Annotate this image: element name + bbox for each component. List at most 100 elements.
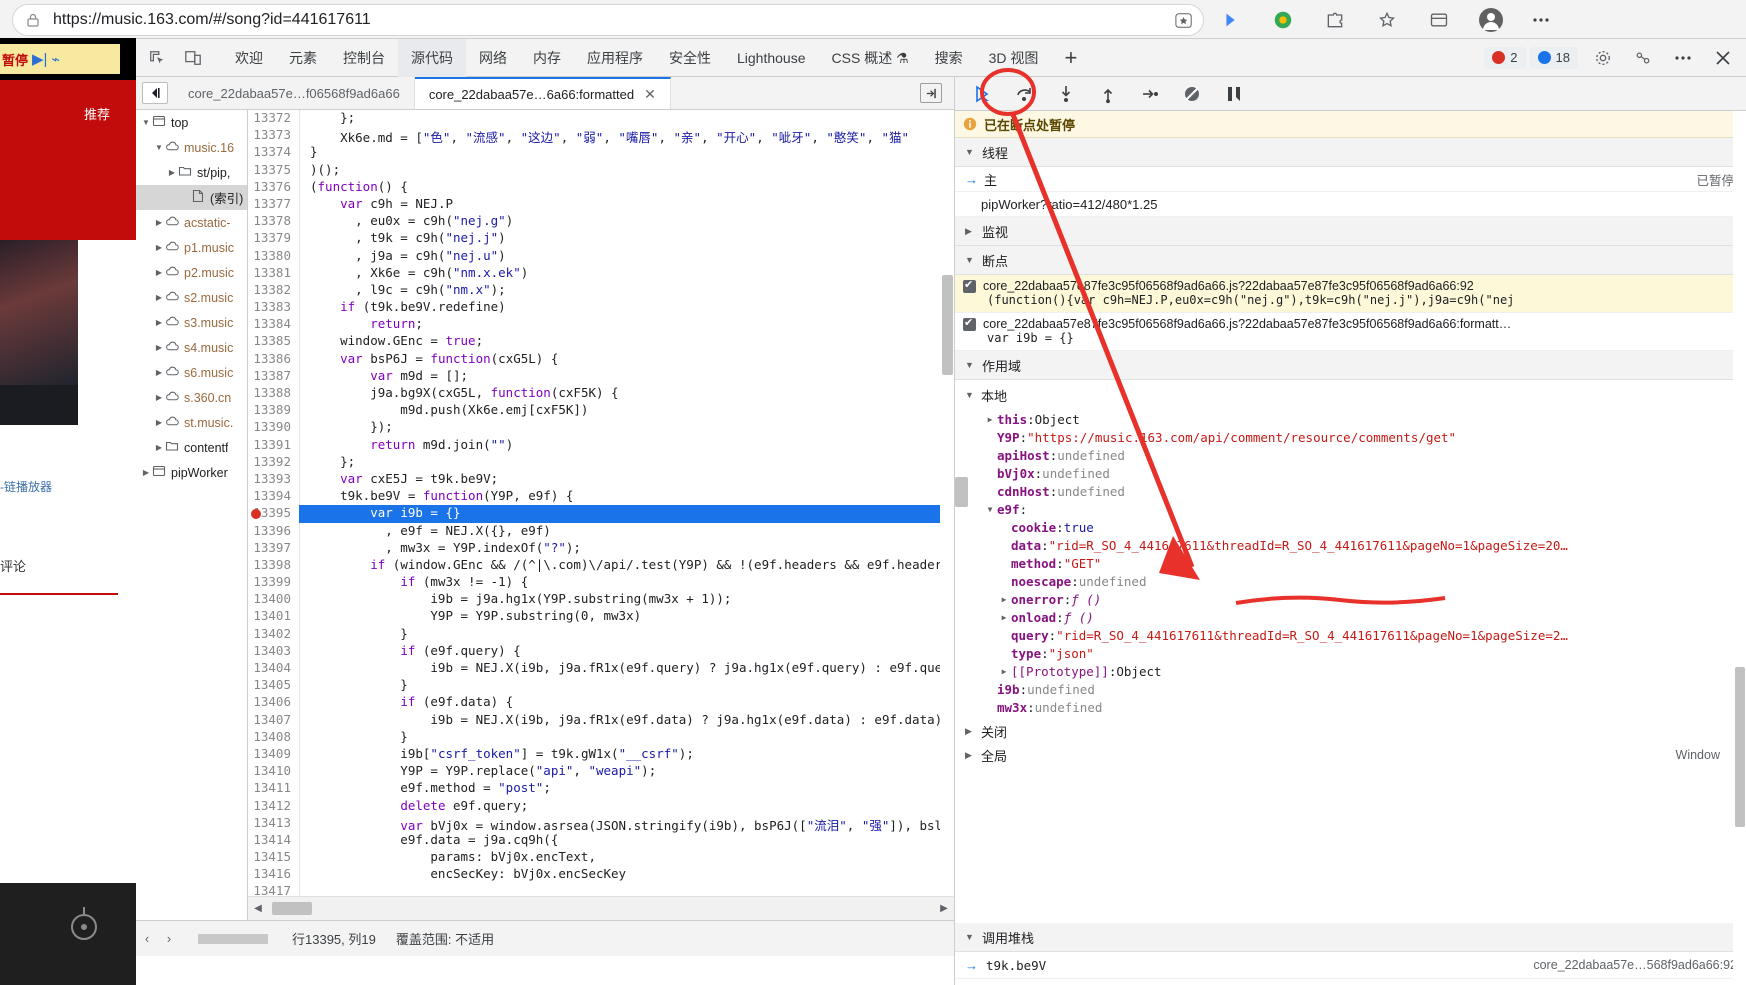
line-number[interactable]: 13404 (248, 660, 300, 678)
code-line[interactable]: 13398 if (window.GEnc && /(^|\.com)\/api… (248, 556, 954, 575)
scope-variable[interactable]: type: "json" (965, 645, 1746, 663)
scope-variable[interactable]: ▶ [[Prototype]]: Object (965, 663, 1746, 681)
callstack-row[interactable]: (匿名) core_22dabaa57e…568f9ad6a66:68 (955, 979, 1746, 985)
code-line[interactable]: 13379 , t9k = c9h("nej.j") (248, 230, 954, 248)
puzzle-icon[interactable] (1320, 6, 1350, 34)
code-line-current[interactable]: 13395 var i9b = {} (248, 505, 954, 523)
tree-item[interactable]: ▼ music.16 (136, 135, 247, 160)
line-number[interactable]: 13388 (248, 385, 300, 403)
code-text[interactable]: }; (300, 454, 954, 471)
tree-item[interactable]: ▶ st/pip, (136, 160, 247, 185)
code-text[interactable]: , t9k = c9h("nej.j") (300, 230, 954, 247)
chevron-right-icon[interactable]: ▶ (153, 318, 165, 327)
code-text[interactable]: if (window.GEnc && /(^|\.com)\/api/.test… (300, 557, 954, 574)
section-scope[interactable]: ▼ 作用域 (955, 351, 1746, 380)
code-line[interactable]: 13375)(); (248, 161, 954, 179)
code-line[interactable]: 13385 window.GEnc = true; (248, 333, 954, 351)
code-text[interactable]: } (300, 626, 954, 643)
line-number[interactable]: 13391 (248, 436, 300, 454)
line-number[interactable]: 13405 (248, 677, 300, 695)
tab-elements[interactable]: 元素 (276, 39, 330, 77)
line-number[interactable]: 13383 (248, 299, 300, 317)
code-line[interactable]: 13394 t9k.be9V = function(Y9P, e9f) { (248, 488, 954, 506)
code-text[interactable]: , l9c = c9h("nm.x"); (300, 282, 954, 299)
line-number[interactable]: 13386 (248, 350, 300, 368)
scope-variable[interactable]: data: "rid=R_SO_4_441617611&threadId=R_S… (965, 537, 1746, 555)
code-line[interactable]: 13417 (248, 883, 954, 896)
code-line[interactable]: 13384 return; (248, 316, 954, 334)
line-number[interactable]: 13416 (248, 866, 300, 884)
chevron-right-icon[interactable]: ▶ (140, 468, 152, 477)
code-text[interactable]: return m9d.join("") (300, 437, 954, 454)
tab-search[interactable]: 搜索 (922, 39, 976, 77)
code-line[interactable]: 13388 j9a.bg9X(cxG5L, function(cxF5K) { (248, 385, 954, 403)
code-text[interactable]: , j9a = c9h("nej.u") (300, 248, 954, 265)
code-line[interactable]: 13412 delete e9f.query; (248, 797, 954, 815)
code-line[interactable]: 13389 m9d.push(Xk6e.emj[cxF5K]) (248, 402, 954, 420)
chevron-down-icon[interactable]: ▼ (140, 118, 152, 127)
chevron-right-icon[interactable]: ▶ (153, 218, 165, 227)
source-editor[interactable]: 13372 }; 13373 Xk6e.md = ["色", "流感", "这边"… (248, 110, 954, 920)
tree-item[interactable]: ▼ top (136, 110, 247, 135)
scope-variable[interactable]: bVj0x: undefined (965, 465, 1746, 483)
scope-variable[interactable]: ▼ e9f: (965, 501, 1746, 519)
chevron-right-icon[interactable]: ▶ (153, 368, 165, 377)
code-line[interactable]: 13374} (248, 144, 954, 162)
chevron-right-icon[interactable]: ▶ (153, 393, 165, 402)
line-number[interactable]: 13401 (248, 608, 300, 626)
chevron-left-icon[interactable]: ‹ (136, 931, 158, 946)
scope-closure-header[interactable]: ▶ 关闭 (965, 719, 1746, 743)
line-number[interactable]: 13411 (248, 780, 300, 798)
code-line[interactable]: 13392 }; (248, 453, 954, 471)
tree-item[interactable]: ▶ s.360.cn (136, 385, 247, 410)
code-line[interactable]: 13378 , eu0x = c9h("nej.g") (248, 213, 954, 231)
tab-css-overview[interactable]: CSS 概述 ⚗ (819, 39, 922, 77)
line-number[interactable]: 13406 (248, 694, 300, 712)
section-watch[interactable]: ▶ 监视 (955, 217, 1746, 246)
debugger-vertical-scrollbar[interactable] (1733, 111, 1746, 985)
code-line[interactable]: 13411 e9f.method = "post"; (248, 780, 954, 798)
code-text[interactable]: if (e9f.data) { (300, 694, 954, 711)
code-line[interactable]: 13408 } (248, 728, 954, 746)
scope-variable[interactable]: ▶ onerror: ƒ () (965, 591, 1746, 609)
code-text[interactable]: , mw3x = Y9P.indexOf("?"); (300, 540, 954, 557)
code-line[interactable]: 13376 (function() { (248, 178, 954, 196)
file-tab-original[interactable]: core_22dabaa57e…f06568f9ad6a66 (174, 77, 415, 109)
code-text[interactable]: } (300, 729, 954, 746)
line-number[interactable]: 13403 (248, 642, 300, 660)
scope-variable-list[interactable]: ▶ this: Object Y9P: "https://music.163.com… (965, 407, 1746, 719)
code-text[interactable]: }; (300, 110, 954, 127)
scope-variable[interactable]: cookie: true (965, 519, 1746, 537)
info-badge[interactable]: 18 (1529, 46, 1578, 69)
scroll-right-icon[interactable]: ▶ (934, 903, 954, 914)
code-line[interactable]: 13407 i9b = NEJ.X(i9b, j9a.fR1x(e9f.data… (248, 711, 954, 729)
line-number[interactable]: 13374 (248, 144, 300, 162)
scope-scrollbar-thumb[interactable] (955, 477, 968, 507)
deactivate-breakpoints-icon[interactable] (1181, 83, 1203, 105)
code-line[interactable]: 13390 }); (248, 419, 954, 437)
chevron-right-icon[interactable]: ▶ (983, 411, 997, 429)
tree-item[interactable]: ▶ s4.music (136, 335, 247, 360)
close-icon[interactable]: ✕ (644, 86, 656, 103)
scope-variable[interactable]: method: "GET" (965, 555, 1746, 573)
chevron-right-icon[interactable]: ▶ (153, 243, 165, 252)
code-line[interactable]: 13397 , mw3x = Y9P.indexOf("?"); (248, 539, 954, 557)
line-number[interactable]: 13389 (248, 402, 300, 420)
add-panel-button[interactable]: + (1051, 39, 1090, 77)
code-line[interactable]: 13386 var bsP6J = function(cxG5L) { (248, 350, 954, 368)
collections-icon[interactable] (1424, 6, 1454, 34)
line-number[interactable]: 13387 (248, 367, 300, 385)
line-number[interactable]: 13396 (248, 522, 300, 540)
code-text[interactable]: if (t9k.be9V.redefine) (300, 299, 954, 316)
step-out-icon[interactable] (1097, 83, 1119, 105)
line-number[interactable]: 13380 (248, 247, 300, 265)
code-line[interactable]: 13396 , e9f = NEJ.X({}, e9f) (248, 522, 954, 540)
code-text[interactable]: var bsP6J = function(cxG5L) { (300, 351, 954, 368)
breakpoint-item[interactable]: core_22dabaa57e87fe3c95f06568f9ad6a66.js… (955, 313, 1746, 351)
pause-on-exceptions-icon[interactable] (1223, 83, 1245, 105)
globe-icon[interactable] (1268, 6, 1298, 34)
error-badge[interactable]: 2 (1484, 46, 1526, 69)
code-line[interactable]: 13381 , Xk6e = c9h("nm.x.ek") (248, 264, 954, 282)
step-into-icon[interactable] (1055, 83, 1077, 105)
tab-lighthouse[interactable]: Lighthouse (724, 39, 819, 77)
